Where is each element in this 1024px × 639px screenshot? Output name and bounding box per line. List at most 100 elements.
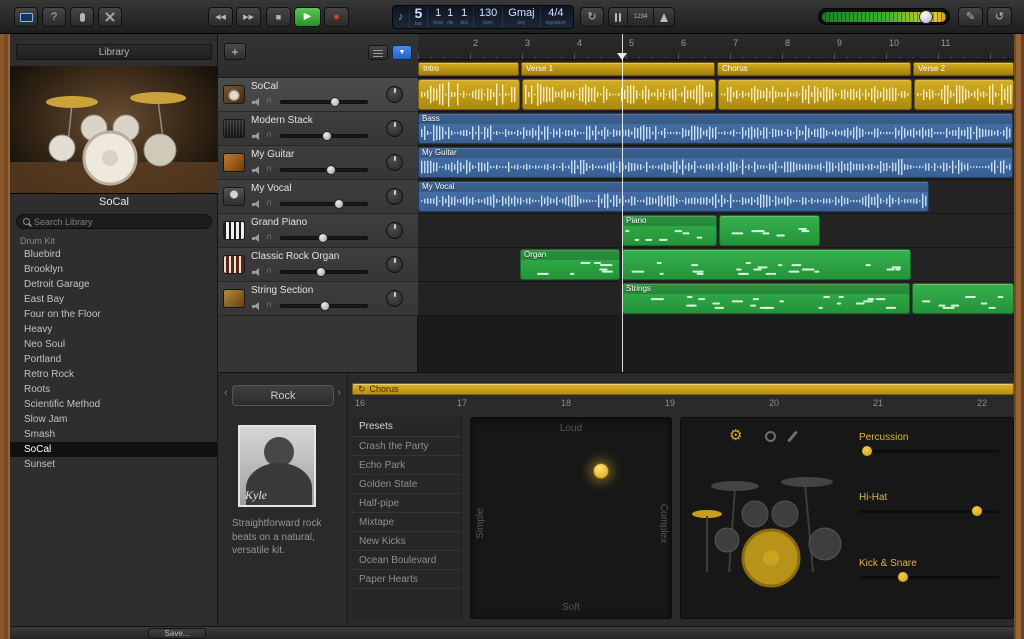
drummer-photo[interactable]: Kyle [238, 425, 316, 507]
pan-knob[interactable] [386, 256, 403, 273]
solo-icon[interactable]: ∩ [266, 265, 272, 275]
lcd-display[interactable]: ♪ 5bar 1beat 1div 1tick 130bpm Gmajkey 4… [392, 5, 574, 29]
mute-icon[interactable] [252, 234, 261, 242]
mute-icon[interactable] [252, 132, 261, 140]
track-lane[interactable]: Organ [418, 248, 1014, 282]
library-item[interactable]: Detroit Garage [10, 277, 218, 292]
xy-puck[interactable] [593, 463, 609, 479]
metronome-button[interactable] [654, 8, 674, 26]
track-lane[interactable]: My Guitar [418, 146, 1014, 180]
track-header-row[interactable]: Modern Stack ∩ [218, 112, 418, 146]
solo-icon[interactable]: ∩ [266, 129, 272, 139]
timeline[interactable]: 2 3 4 5 6 7 8 9 10 11 Intro Verse 1 Chor… [418, 34, 1014, 372]
genre-next-icon[interactable]: › [337, 387, 341, 399]
notepad-button[interactable]: ✎ [958, 7, 983, 27]
timeline-ruler[interactable]: 2 3 4 5 6 7 8 9 10 11 [418, 34, 1014, 60]
tuner-button[interactable] [609, 8, 628, 26]
add-track-button[interactable]: + [224, 43, 246, 60]
region-drums[interactable] [718, 79, 912, 110]
library-item[interactable]: Smash [10, 427, 218, 442]
volume-slider[interactable] [280, 168, 368, 172]
library-item[interactable]: Portland [10, 352, 218, 367]
editor-section-bar[interactable]: ↻ Chorus [352, 383, 1014, 395]
volume-knob[interactable] [919, 10, 933, 24]
library-item[interactable]: Bluebird [10, 247, 218, 262]
volume-slider[interactable] [280, 134, 368, 138]
region-organ[interactable]: Organ [520, 249, 620, 280]
library-item[interactable]: Scientific Method [10, 397, 218, 412]
arrangement-marker[interactable]: Verse 2 [913, 62, 1014, 76]
arrangement-marker[interactable]: Chorus [717, 62, 911, 76]
track-lane[interactable] [418, 78, 1014, 112]
genre-prev-icon[interactable]: ‹ [224, 387, 228, 399]
library-search[interactable] [16, 214, 212, 229]
playhead[interactable] [622, 34, 623, 372]
pan-knob[interactable] [386, 188, 403, 205]
count-in-button[interactable]: 1234 [628, 8, 654, 26]
region-piano[interactable] [719, 215, 820, 246]
volume-slider[interactable] [280, 202, 368, 206]
tools-button[interactable] [98, 7, 122, 27]
pan-knob[interactable] [386, 154, 403, 171]
pan-knob[interactable] [386, 222, 403, 239]
solo-icon[interactable]: ∩ [266, 299, 272, 309]
volume-slider[interactable] [280, 236, 368, 240]
lcd-mode-selector[interactable]: ♪ [393, 6, 410, 28]
save-button[interactable]: Save... [148, 628, 206, 639]
region-vocal[interactable]: My Vocal [418, 181, 929, 212]
solo-icon[interactable]: ∩ [266, 95, 272, 105]
library-item[interactable]: Four on the Floor [10, 307, 218, 322]
region-drums[interactable] [914, 79, 1014, 110]
filter-toggle-button[interactable]: ▼ [392, 45, 412, 60]
percussion-slider[interactable] [859, 450, 999, 453]
library-item[interactable]: Brooklyn [10, 262, 218, 277]
region-strings[interactable]: Strings [622, 283, 910, 314]
preset-item[interactable]: Crash the Party [352, 437, 461, 456]
track-header-row[interactable]: Grand Piano ∩ [218, 214, 418, 248]
track-lane[interactable]: Bass [418, 112, 1014, 146]
region-drums[interactable] [522, 79, 716, 110]
loop-browser-button[interactable]: ↺ [987, 7, 1012, 27]
mute-icon[interactable] [252, 166, 261, 174]
library-item[interactable]: East Bay [10, 292, 218, 307]
forward-button[interactable]: ▶▶ [236, 7, 261, 27]
region-strings[interactable] [912, 283, 1014, 314]
mute-icon[interactable] [252, 302, 261, 310]
shaker-icon[interactable] [787, 431, 798, 443]
rewind-button[interactable]: ◀◀ [208, 7, 233, 27]
kick-snare-slider[interactable] [859, 576, 999, 579]
preset-item[interactable]: Half-pipe [352, 494, 461, 513]
pan-knob[interactable] [386, 120, 403, 137]
track-header-row[interactable]: String Section ∩ [218, 282, 418, 316]
preset-item[interactable]: Mixtape [352, 513, 461, 532]
editor-ruler[interactable]: ↻ Chorus 16 17 18 19 20 21 22 [352, 381, 1014, 409]
drum-kit-diagram[interactable] [685, 452, 857, 612]
stop-button[interactable]: ■ [266, 7, 291, 27]
arrangement-marker[interactable]: Verse 1 [521, 62, 715, 76]
arrangement-marker[interactable]: Intro [418, 62, 519, 76]
hihat-slider[interactable] [859, 510, 999, 513]
search-input[interactable] [34, 217, 205, 227]
volume-slider[interactable] [280, 100, 368, 104]
region-drums[interactable] [418, 79, 520, 110]
library-item[interactable]: Heavy [10, 322, 218, 337]
mic-button[interactable] [70, 7, 94, 27]
xy-pad[interactable]: Loud Soft Simple Complex [470, 417, 672, 619]
solo-icon[interactable]: ∩ [266, 231, 272, 241]
preset-item[interactable]: Ocean Boulevard [352, 551, 461, 570]
track-header-row[interactable]: My Guitar ∩ [218, 146, 418, 180]
volume-slider[interactable] [280, 304, 368, 308]
library-item[interactable]: Retro Rock [10, 367, 218, 382]
pan-knob[interactable] [386, 290, 403, 307]
volume-slider[interactable] [280, 270, 368, 274]
tambourine-icon[interactable] [765, 431, 776, 442]
mute-icon[interactable] [252, 268, 261, 276]
record-button[interactable]: ● [324, 7, 349, 27]
cycle-button[interactable]: ↻ [580, 7, 604, 27]
preset-item[interactable]: Paper Hearts [352, 570, 461, 589]
genre-selector[interactable]: Rock [232, 385, 334, 406]
track-header-row[interactable]: My Vocal ∩ [218, 180, 418, 214]
track-header-row[interactable]: SoCal ∩ [218, 78, 418, 112]
preset-item[interactable]: Echo Park [352, 456, 461, 475]
track-header-row[interactable]: Classic Rock Organ ∩ [218, 248, 418, 282]
